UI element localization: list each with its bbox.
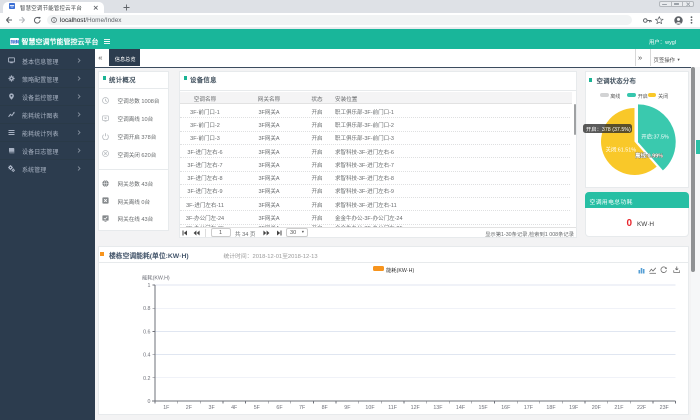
svg-text:23F: 23F [660, 405, 670, 411]
svg-text:离线:0.99%: 离线:0.99% [635, 152, 663, 160]
svg-text:0.4: 0.4 [143, 353, 150, 359]
svg-text:0: 0 [148, 399, 151, 405]
svg-text:15F: 15F [479, 405, 489, 411]
svg-text:9F: 9F [344, 405, 351, 411]
svg-text:6F: 6F [276, 405, 283, 411]
svg-text:3F: 3F [209, 405, 216, 411]
svg-text:21F: 21F [614, 405, 624, 411]
svg-text:2F: 2F [186, 405, 193, 411]
svg-text:22F: 22F [637, 405, 647, 411]
svg-text:1F: 1F [163, 405, 170, 411]
svg-text:20F: 20F [592, 405, 602, 411]
svg-text:10F: 10F [365, 405, 375, 411]
svg-text:8F: 8F [322, 405, 329, 411]
svg-text:11F: 11F [388, 405, 397, 411]
svg-text:4F: 4F [231, 405, 238, 411]
svg-text:0.8: 0.8 [143, 306, 150, 312]
svg-text:0.2: 0.2 [143, 376, 150, 382]
svg-text:5F: 5F [254, 405, 261, 411]
svg-text:13F: 13F [433, 405, 443, 411]
svg-text:14F: 14F [456, 405, 466, 411]
svg-text:能耗(KW.H): 能耗(KW.H) [142, 274, 170, 282]
svg-text:1: 1 [148, 283, 151, 289]
svg-text:12F: 12F [411, 405, 421, 411]
svg-text:17F: 17F [524, 405, 534, 411]
svg-text:关闭:61.51%: 关闭:61.51% [606, 146, 637, 154]
svg-text:0.6: 0.6 [143, 329, 150, 335]
svg-text:16F: 16F [501, 405, 511, 411]
svg-text:开启:37.5%: 开启:37.5% [641, 132, 669, 140]
svg-text:18F: 18F [546, 405, 556, 411]
svg-text:19F: 19F [569, 405, 579, 411]
svg-text:7F: 7F [299, 405, 306, 411]
